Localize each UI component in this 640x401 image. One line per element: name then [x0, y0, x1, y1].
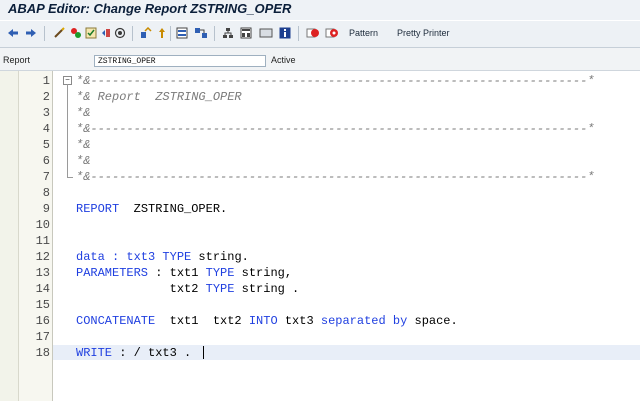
line-number: 5	[42, 138, 50, 152]
hierarchy-icon[interactable]	[222, 25, 234, 41]
line-number: 12	[35, 250, 50, 264]
code-token: : / txt3 .	[112, 346, 192, 360]
active-inactive-icon[interactable]	[70, 25, 82, 41]
keyword-token: WRITE	[76, 346, 113, 360]
back-arrow-icon[interactable]	[7, 25, 19, 41]
title-bar: ABAP Editor: Change Report ZSTRING_OPER	[0, 0, 640, 20]
code-line: txt2 TYPE string .	[76, 281, 300, 297]
code-line: *&--------------------------------------…	[76, 170, 595, 184]
line-number: 18	[35, 346, 50, 360]
code-token: string .	[234, 282, 300, 296]
line-number: 13	[35, 266, 50, 280]
keyword-token: TYPE	[205, 282, 235, 296]
toolbar-separator	[132, 26, 133, 41]
code-token: ZSTRING_OPER.	[119, 202, 228, 216]
toolbar-separator	[298, 26, 299, 41]
toolbar-separator	[214, 26, 215, 41]
forward-arrow-icon[interactable]	[25, 25, 37, 41]
line-number: 16	[35, 314, 50, 328]
code-token: : txt1	[148, 266, 206, 280]
code-token: space.	[407, 314, 458, 328]
line-number: 1	[42, 74, 50, 88]
session-breakpoint-icon[interactable]	[325, 25, 339, 41]
line-number: 9	[42, 202, 50, 216]
keyword-token: PARAMETERS	[76, 266, 149, 280]
code-token: txt2	[76, 282, 206, 296]
toolbar-separator	[170, 26, 171, 41]
fullscreen-icon[interactable]	[259, 25, 273, 41]
line-number: 4	[42, 122, 50, 136]
code-token: data : txt3	[76, 250, 163, 264]
activate-icon[interactable]	[100, 25, 112, 41]
keyword-token: REPORT	[76, 202, 120, 216]
code-token: txt1 txt2	[155, 314, 249, 328]
line-number: 17	[35, 330, 50, 344]
code-line: REPORT ZSTRING_OPER.	[76, 201, 227, 217]
line-number: 15	[35, 298, 50, 312]
line-number: 6	[42, 154, 50, 168]
fold-guide-end	[67, 177, 73, 178]
code-line: *&	[76, 138, 91, 152]
keyword-token: TYPE	[205, 266, 235, 280]
navigation-icon[interactable]	[194, 25, 208, 41]
object-list-icon[interactable]	[176, 25, 188, 41]
pattern-button[interactable]: Pattern	[349, 28, 378, 38]
check-icon[interactable]	[85, 25, 97, 41]
application-toolbar: Pattern Pretty Printer	[0, 21, 640, 48]
code-token: txt3	[277, 314, 321, 328]
line-number: 10	[35, 218, 50, 232]
set-breakpoint-icon[interactable]	[306, 25, 320, 41]
screen-layout-icon[interactable]	[240, 25, 252, 41]
code-line: *&--------------------------------------…	[76, 74, 595, 88]
report-name-field[interactable]: ZSTRING_OPER	[94, 55, 266, 67]
line-number: 3	[42, 106, 50, 120]
code-token: string.	[191, 250, 249, 264]
fold-guide	[67, 84, 68, 177]
up-arrow-icon[interactable]	[157, 25, 167, 41]
line-number: 14	[35, 282, 50, 296]
keyword-token: TYPE	[162, 250, 192, 264]
toolbar-separator	[44, 26, 45, 41]
code-line: *&	[76, 154, 91, 168]
window-title: ABAP Editor: Change Report ZSTRING_OPER	[8, 1, 292, 16]
line-number: 2	[42, 90, 50, 104]
keyword-token: CONCATENATE	[76, 314, 156, 328]
code-line: *&	[76, 106, 91, 120]
line-number: 8	[42, 186, 50, 200]
test-icon[interactable]	[114, 25, 126, 41]
code-line: *&--------------------------------------…	[76, 122, 595, 136]
editor-margin	[0, 71, 19, 401]
code-token: string,	[234, 266, 293, 280]
status-badge: Active	[271, 55, 296, 65]
code-line: *& Report ZSTRING_OPER	[76, 90, 242, 104]
line-number: 11	[35, 234, 50, 248]
where-used-icon[interactable]	[140, 25, 152, 41]
info-icon[interactable]	[279, 25, 291, 41]
report-label: Report	[3, 55, 31, 65]
display-change-icon[interactable]	[53, 25, 65, 41]
code-line: PARAMETERS : txt1 TYPE string,	[76, 265, 292, 281]
text-cursor	[203, 346, 204, 359]
keyword-token: INTO	[248, 314, 278, 328]
code-line: CONCATENATE txt1 txt2 INTO txt3 separate…	[76, 313, 458, 329]
pretty-printer-button[interactable]: Pretty Printer	[397, 28, 450, 38]
keyword-token: separated by	[320, 314, 408, 328]
code-line: WRITE : / txt3 .	[76, 345, 191, 361]
code-line: data : txt3 TYPE string.	[76, 249, 249, 265]
line-number: 7	[42, 170, 50, 184]
